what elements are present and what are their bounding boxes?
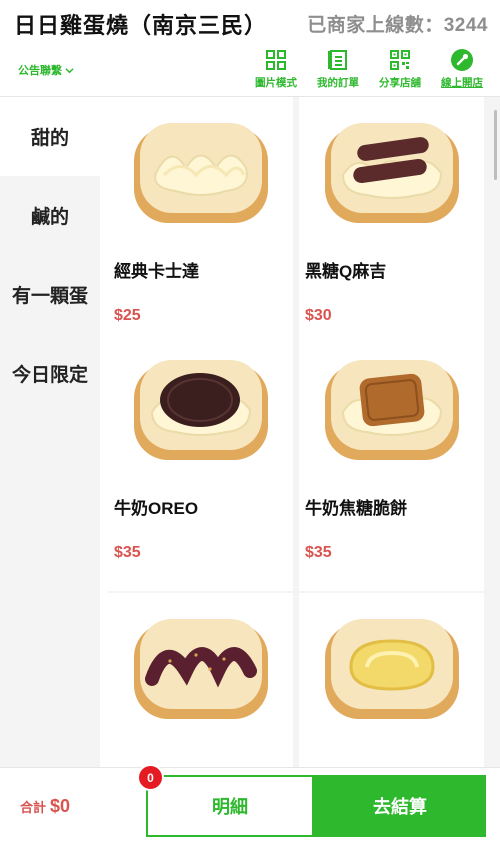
cart-total: 合計 $0 (20, 796, 70, 817)
checkout-button[interactable]: 去結算 (314, 775, 486, 837)
product-name: 牛奶OREO (114, 499, 199, 518)
header: 日日雞蛋燒（南京三民） 已商家上線數：3244 公告聯繫 圖片模式 我的訂單 分… (0, 0, 500, 97)
my-orders-label: 我的訂單 (317, 77, 359, 89)
open-store-icon (450, 48, 474, 72)
product-card[interactable]: 黑糖Q麻吉 $30 (299, 97, 484, 354)
product-image (108, 97, 293, 247)
category-with-egg[interactable]: 有一顆蛋 (0, 255, 100, 334)
product-name: 經典卡士達 (114, 262, 199, 281)
product-image (108, 593, 293, 743)
product-image (299, 334, 484, 484)
product-image (299, 593, 484, 743)
announcement-label: 公告聯繫 (18, 65, 62, 77)
share-store-button[interactable]: 分享店舖 (376, 48, 424, 90)
online-store-count: 已商家上線數：3244 (307, 15, 488, 36)
grid-scrollbar[interactable] (494, 110, 497, 180)
cart-total-label: 合計 (20, 800, 47, 815)
product-price: $30 (305, 307, 332, 324)
product-card[interactable] (108, 593, 293, 767)
product-card[interactable]: 經典卡士達 $25 (108, 97, 293, 354)
header-toolbar: 圖片模式 我的訂單 分享店舖 線上開店 (252, 48, 486, 90)
product-name: 黑糖Q麻吉 (305, 262, 387, 281)
category-salty[interactable]: 鹹的 (0, 176, 100, 255)
grid-icon (264, 48, 288, 72)
qr-code-icon (388, 48, 412, 72)
product-grid: 經典卡士達 $25 黑糖Q麻吉 $30 牛奶OREO $35 牛奶焦糖脆餅 $3… (108, 97, 500, 767)
category-today-limited[interactable]: 今日限定 (0, 334, 100, 413)
open-online-store-label: 線上開店 (441, 77, 483, 89)
product-name: 牛奶焦糖脆餅 (305, 499, 407, 518)
order-list-icon (326, 48, 350, 72)
chevron-down-icon (65, 67, 74, 73)
announcement-dropdown[interactable]: 公告聯繫 (18, 62, 74, 78)
share-store-label: 分享店舖 (379, 77, 421, 89)
picture-mode-label: 圖片模式 (255, 77, 297, 89)
category-sweet[interactable]: 甜的 (0, 97, 100, 176)
product-image (108, 334, 293, 484)
product-card[interactable] (299, 593, 484, 767)
product-card[interactable]: 牛奶焦糖脆餅 $35 (299, 334, 484, 591)
cart-total-amount: $0 (50, 796, 71, 816)
my-orders-button[interactable]: 我的訂單 (314, 48, 362, 90)
cart-detail-button[interactable]: 明細 (146, 775, 314, 837)
picture-mode-button[interactable]: 圖片模式 (252, 48, 300, 90)
product-price: $35 (114, 544, 141, 561)
cart-bar: 合計 $0 明細 去結算 0 (0, 764, 500, 842)
open-online-store-button[interactable]: 線上開店 (438, 48, 486, 90)
product-price: $35 (305, 544, 332, 561)
product-price: $25 (114, 307, 141, 324)
store-title: 日日雞蛋燒（南京三民） (14, 13, 268, 38)
category-sidebar: 甜的 鹹的 有一顆蛋 今日限定 (0, 97, 100, 767)
cart-count-badge: 0 (137, 764, 164, 791)
product-image (299, 97, 484, 247)
product-card[interactable]: 牛奶OREO $35 (108, 334, 293, 591)
